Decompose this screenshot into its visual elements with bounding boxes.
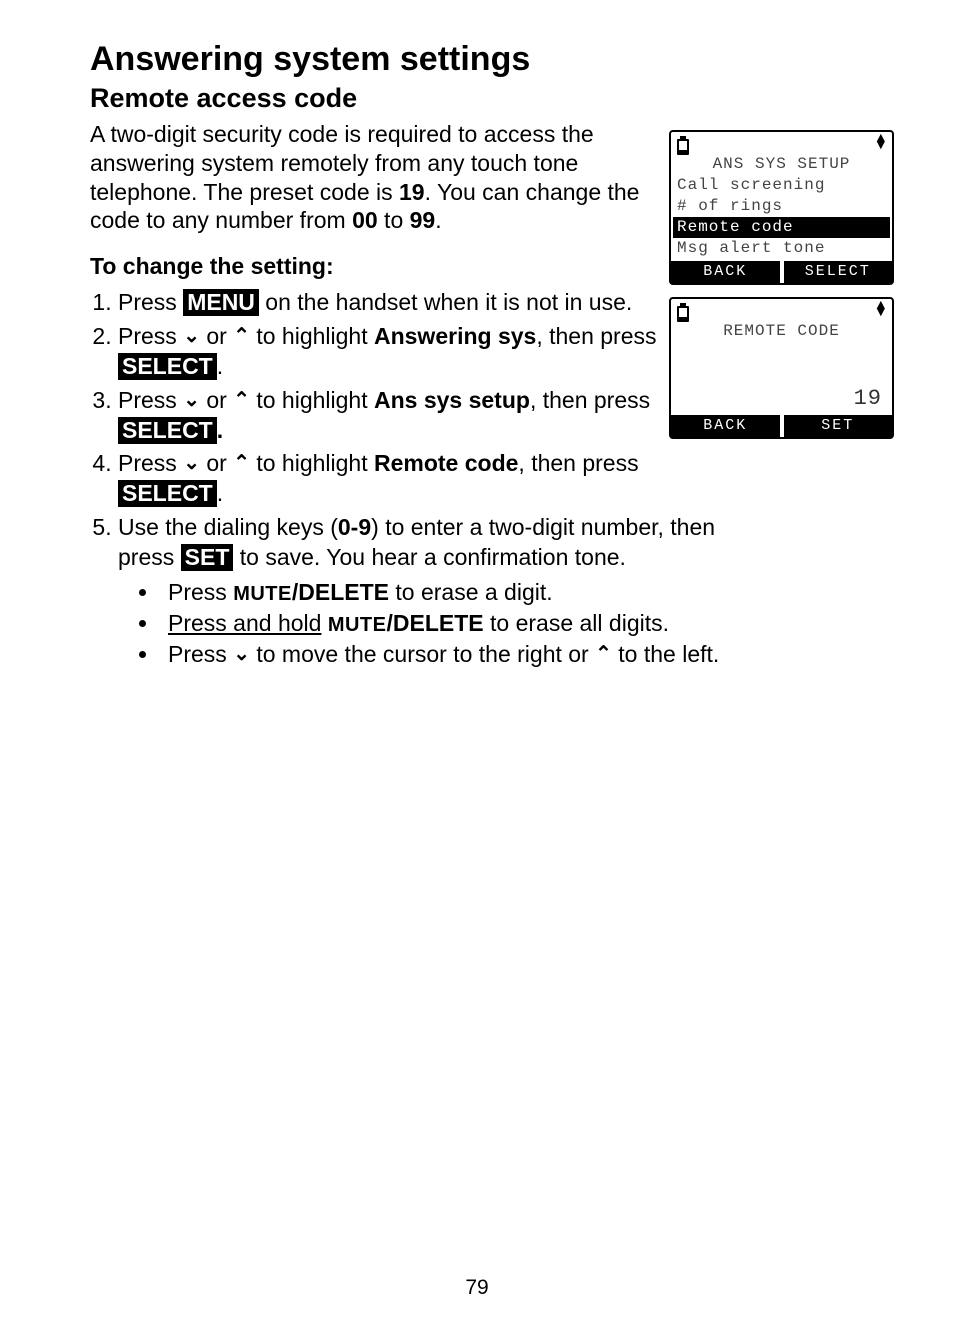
mute-label: MUTE [233,583,292,605]
lcd-line-call-screening: Call screening [675,175,888,196]
substep-2: Press and hold MUTE/DELETE to erase all … [160,608,738,639]
battery-icon [677,303,691,323]
answering-sys-label: Answering sys [374,323,536,349]
lcd-title: ANS SYS SETUP [675,154,888,175]
substep-3: Press ⌄ to move the cursor to the right … [160,639,738,670]
select-button-label: SELECT [118,480,217,507]
step-4: Press ⌄ or ⌃ to highlight Remote code, t… [118,449,738,509]
page-heading: Answering system settings [90,40,894,79]
lcd-screen-remote-code: ▲▼ REMOTE CODE 19 BACK SET [669,297,894,439]
lcd-value-19: 19 [675,382,888,413]
preset-code: 19 [399,179,425,205]
set-button-label: SET [181,544,234,571]
battery-icon [677,136,691,156]
delete-label: /DELETE [292,579,389,605]
delete-label: /DELETE [387,610,484,636]
lcd-title: REMOTE CODE [675,321,888,342]
steps-list: Press MENU on the handset when it is not… [90,288,738,670]
min-code: 00 [352,207,378,233]
menu-button-label: MENU [183,289,259,316]
step-3: Press ⌄ or ⌃ to highlight Ans sys setup,… [118,386,738,446]
lcd-line-msg-alert: Msg alert tone [675,238,888,259]
softkey-back: BACK [671,415,780,437]
substeps-list: Press MUTE/DELETE to erase a digit. Pres… [118,577,738,670]
up-down-arrow-icon: ▲▼ [877,303,886,317]
lcd-line-remote-code: Remote code [673,217,890,238]
step-1: Press MENU on the handset when it is not… [118,288,738,318]
softkey-select: SELECT [780,261,893,283]
softkey-set: SET [780,415,893,437]
press-and-hold: Press and hold [168,610,321,636]
ans-sys-setup-label: Ans sys setup [374,387,530,413]
select-button-label: SELECT [118,353,217,380]
page-number: 79 [0,1276,954,1300]
substep-1: Press MUTE/DELETE to erase a digit. [160,577,738,608]
max-code: 99 [410,207,436,233]
step-5: Use the dialing keys (0-9) to enter a tw… [118,513,738,670]
up-down-arrow-icon: ▲▼ [877,136,886,150]
lcd-screen-ans-sys-setup: ▲▼ ANS SYS SETUP Call screening # of rin… [669,130,894,285]
key-range: 0-9 [338,514,371,540]
select-button-label: SELECT [118,417,217,444]
step-2: Press ⌄ or ⌃ to highlight Answering sys,… [118,322,738,382]
intro-paragraph: A two-digit security code is required to… [90,120,650,235]
remote-code-label: Remote code [374,450,518,476]
lcd-line-num-rings: # of rings [675,196,888,217]
section-heading: Remote access code [90,83,894,114]
softkey-back: BACK [671,261,780,283]
mute-label: MUTE [328,614,387,636]
